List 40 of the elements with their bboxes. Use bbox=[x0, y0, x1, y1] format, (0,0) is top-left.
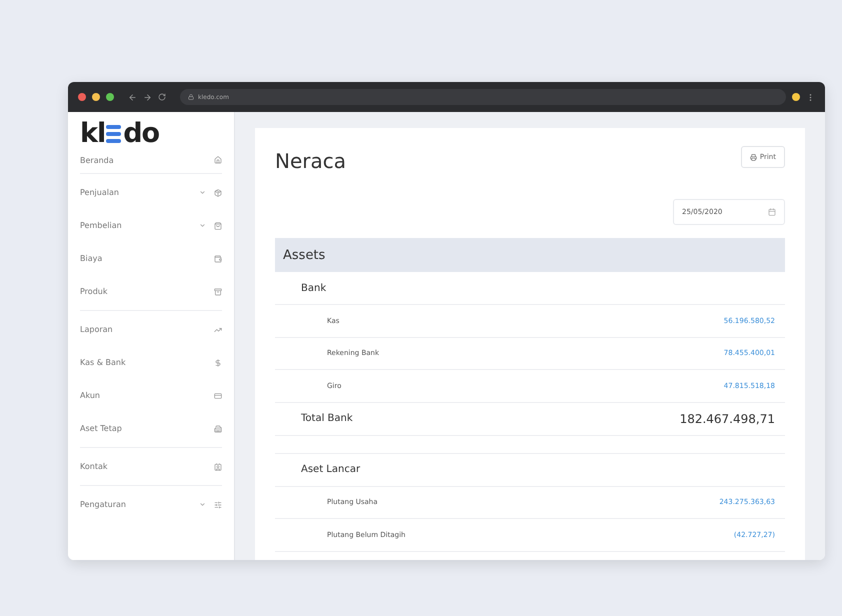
sliders-icon bbox=[214, 500, 222, 508]
forward-icon[interactable] bbox=[143, 92, 152, 102]
close-icon[interactable] bbox=[78, 93, 86, 101]
sidebar-item[interactable]: Pembelian bbox=[80, 209, 222, 242]
back-icon[interactable] bbox=[128, 92, 137, 102]
printer-icon bbox=[750, 154, 757, 160]
group-title: Bank bbox=[301, 282, 326, 294]
dollar-icon bbox=[214, 358, 222, 366]
sidebar-item[interactable]: Produk bbox=[80, 275, 222, 308]
reload-icon[interactable] bbox=[158, 93, 166, 101]
sidebar-item[interactable]: Biaya bbox=[80, 242, 222, 275]
package-icon bbox=[214, 188, 222, 196]
wallet-icon bbox=[214, 254, 222, 262]
contact-icon bbox=[214, 462, 222, 470]
sidebar-item[interactable]: Laporan bbox=[80, 313, 222, 346]
page-title: Neraca bbox=[275, 149, 346, 173]
sidebar-item[interactable]: Akun bbox=[80, 379, 222, 412]
logo-text: do bbox=[123, 120, 160, 147]
total-label: Total Bank bbox=[301, 413, 353, 424]
minimize-icon[interactable] bbox=[92, 93, 100, 101]
chart-icon bbox=[214, 326, 222, 334]
total-amount: 182.467.498,71 bbox=[680, 412, 775, 426]
sidebar-item[interactable]: Beranda bbox=[80, 149, 222, 171]
extension-icon[interactable] bbox=[792, 93, 800, 101]
group-title: Aset Lancar bbox=[301, 464, 360, 475]
sidebar-item[interactable]: Penjualan bbox=[80, 176, 222, 209]
bag-icon bbox=[214, 222, 222, 230]
sidebar-item[interactable]: Kontak bbox=[80, 450, 222, 483]
sidebar-item[interactable]: Pengaturan bbox=[80, 488, 222, 521]
sidebar-item[interactable]: Aset Tetap bbox=[80, 412, 222, 445]
calendar-icon bbox=[768, 208, 776, 216]
section-title: Assets bbox=[283, 248, 326, 262]
card-icon bbox=[214, 392, 222, 400]
building-icon bbox=[214, 424, 222, 432]
home-icon bbox=[214, 156, 222, 164]
maximize-icon[interactable] bbox=[106, 93, 114, 101]
logo-icon bbox=[105, 122, 124, 144]
logo-text: kl bbox=[80, 120, 106, 147]
archive-icon bbox=[214, 288, 222, 296]
sidebar-item[interactable]: Kas & Bank bbox=[80, 346, 222, 379]
